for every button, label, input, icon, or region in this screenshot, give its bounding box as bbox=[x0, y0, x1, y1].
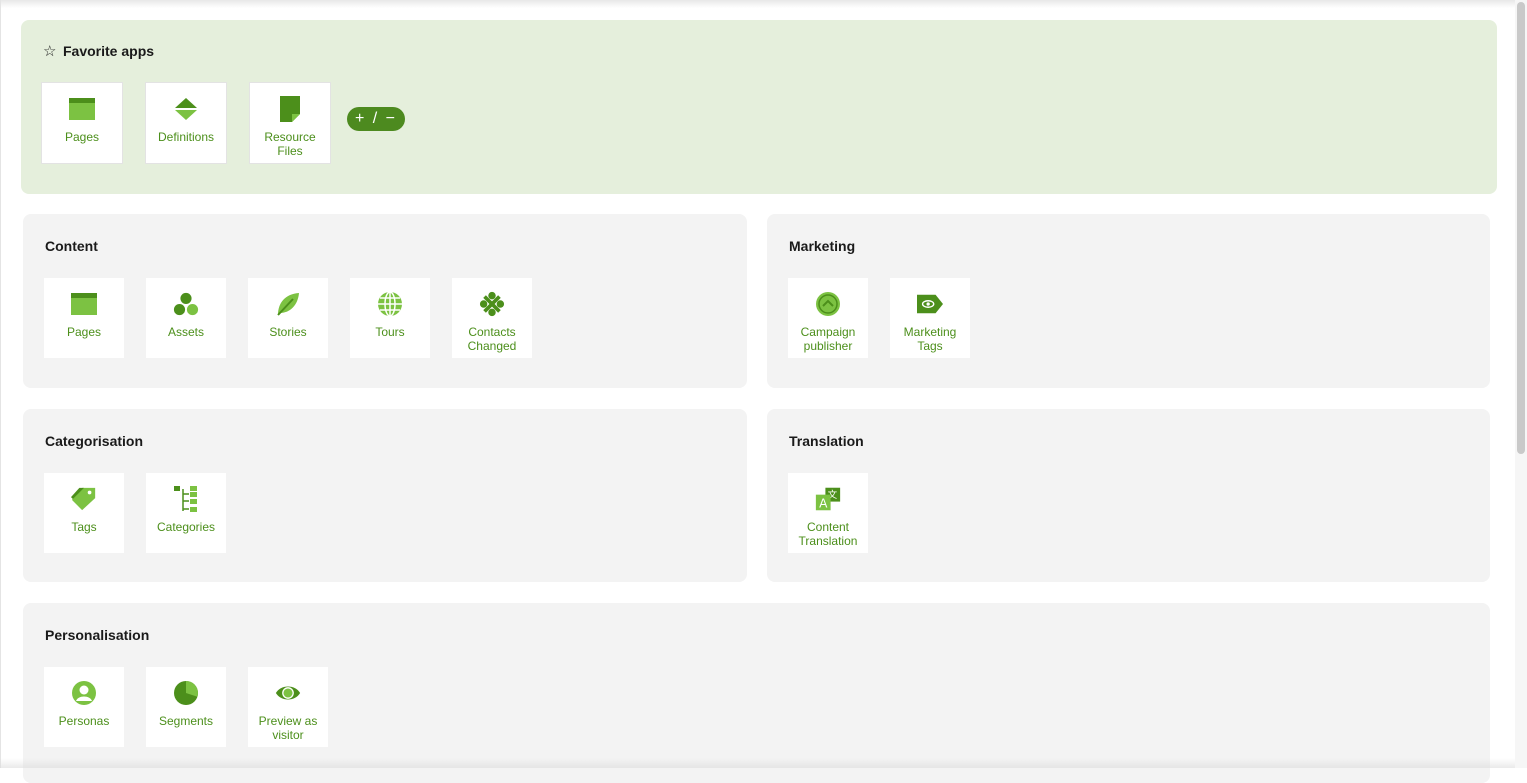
pages-icon bbox=[69, 96, 95, 122]
contacts-changed-icon bbox=[479, 291, 505, 317]
stories-icon bbox=[275, 291, 301, 317]
panel-title: Personalisation bbox=[45, 627, 150, 643]
app-tile-assets[interactable]: Assets bbox=[146, 278, 226, 358]
app-tile-tours[interactable]: Tours bbox=[350, 278, 430, 358]
panel-title: Content bbox=[45, 238, 98, 254]
categorisation-panel: Categorisation Tags Categories bbox=[23, 409, 747, 582]
tile-label: Stories bbox=[269, 325, 307, 339]
star-icon: ☆ bbox=[43, 43, 57, 60]
tile-label: Contacts Changed bbox=[467, 325, 517, 353]
tile-label: Personas bbox=[58, 714, 110, 728]
tags-icon bbox=[71, 486, 97, 512]
tile-label: Resource Files bbox=[264, 130, 316, 158]
tile-label: Tours bbox=[375, 325, 405, 339]
app-tile-tags[interactable]: Tags bbox=[44, 473, 124, 553]
app-tile-contacts-changed[interactable]: Contacts Changed bbox=[452, 278, 532, 358]
content-translation-icon: 文A bbox=[815, 486, 841, 512]
tile-label: Pages bbox=[64, 130, 100, 144]
panel-title: Marketing bbox=[789, 238, 856, 254]
personas-icon bbox=[71, 680, 97, 706]
tile-label: Campaign publisher bbox=[800, 325, 856, 353]
marketing-panel: Marketing Campaign publisher Marketing T… bbox=[767, 214, 1490, 388]
app-tile-content-translation[interactable]: 文A Content Translation bbox=[788, 473, 868, 553]
top-shadow bbox=[0, 0, 1515, 8]
left-border bbox=[0, 0, 1, 768]
app-tile-segments[interactable]: Segments bbox=[146, 667, 226, 747]
segments-icon bbox=[173, 680, 199, 706]
marketing-tags-icon bbox=[917, 291, 943, 317]
app-tile-stories[interactable]: Stories bbox=[248, 278, 328, 358]
assets-icon bbox=[173, 291, 199, 317]
app-tile-resource-files[interactable]: Resource Files bbox=[249, 82, 331, 164]
app-tile-preview-as-visitor[interactable]: Preview as visitor bbox=[248, 667, 328, 747]
content-panel: Content Pages Assets Stories Tours Conta… bbox=[23, 214, 747, 388]
favorite-apps-panel: ☆ Favorite apps Pages Definitions Resour… bbox=[21, 20, 1497, 194]
tile-label: Segments bbox=[158, 714, 214, 728]
campaign-publisher-icon bbox=[815, 291, 841, 317]
tile-label: Categories bbox=[156, 520, 216, 534]
tile-label: Assets bbox=[167, 325, 204, 339]
tile-label: Marketing Tags bbox=[903, 325, 957, 353]
svg-text:A: A bbox=[819, 497, 828, 511]
preview-as-visitor-icon bbox=[275, 680, 301, 706]
scrollbar-thumb[interactable] bbox=[1517, 2, 1525, 454]
translation-panel: Translation 文A Content Translation bbox=[767, 409, 1490, 582]
panel-title: Favorite apps bbox=[63, 43, 155, 59]
personalisation-panel: Personalisation Personas Segments Previe… bbox=[23, 603, 1490, 783]
edit-favorites-button[interactable]: + / − bbox=[347, 107, 405, 131]
categories-icon bbox=[173, 486, 199, 512]
app-tile-campaign-publisher[interactable]: Campaign publisher bbox=[788, 278, 868, 358]
tile-label: Content Translation bbox=[798, 520, 858, 548]
panel-title: Translation bbox=[789, 433, 864, 449]
bottom-fade bbox=[0, 758, 1515, 768]
definitions-icon bbox=[173, 96, 199, 122]
vertical-scrollbar[interactable] bbox=[1515, 0, 1527, 768]
app-tile-categories[interactable]: Categories bbox=[146, 473, 226, 553]
tile-label: Preview as visitor bbox=[258, 714, 318, 742]
tile-label: Pages bbox=[66, 325, 102, 339]
resource-files-icon bbox=[277, 96, 303, 122]
panel-title: Categorisation bbox=[45, 433, 144, 449]
tile-label: Tags bbox=[71, 520, 97, 534]
pages-icon bbox=[71, 291, 97, 317]
app-tile-personas[interactable]: Personas bbox=[44, 667, 124, 747]
app-tile-definitions[interactable]: Definitions bbox=[145, 82, 227, 164]
tile-label: Definitions bbox=[157, 130, 215, 144]
app-tile-pages[interactable]: Pages bbox=[41, 82, 123, 164]
app-tile-marketing-tags[interactable]: Marketing Tags bbox=[890, 278, 970, 358]
app-tile-pages[interactable]: Pages bbox=[44, 278, 124, 358]
tours-icon bbox=[377, 291, 403, 317]
